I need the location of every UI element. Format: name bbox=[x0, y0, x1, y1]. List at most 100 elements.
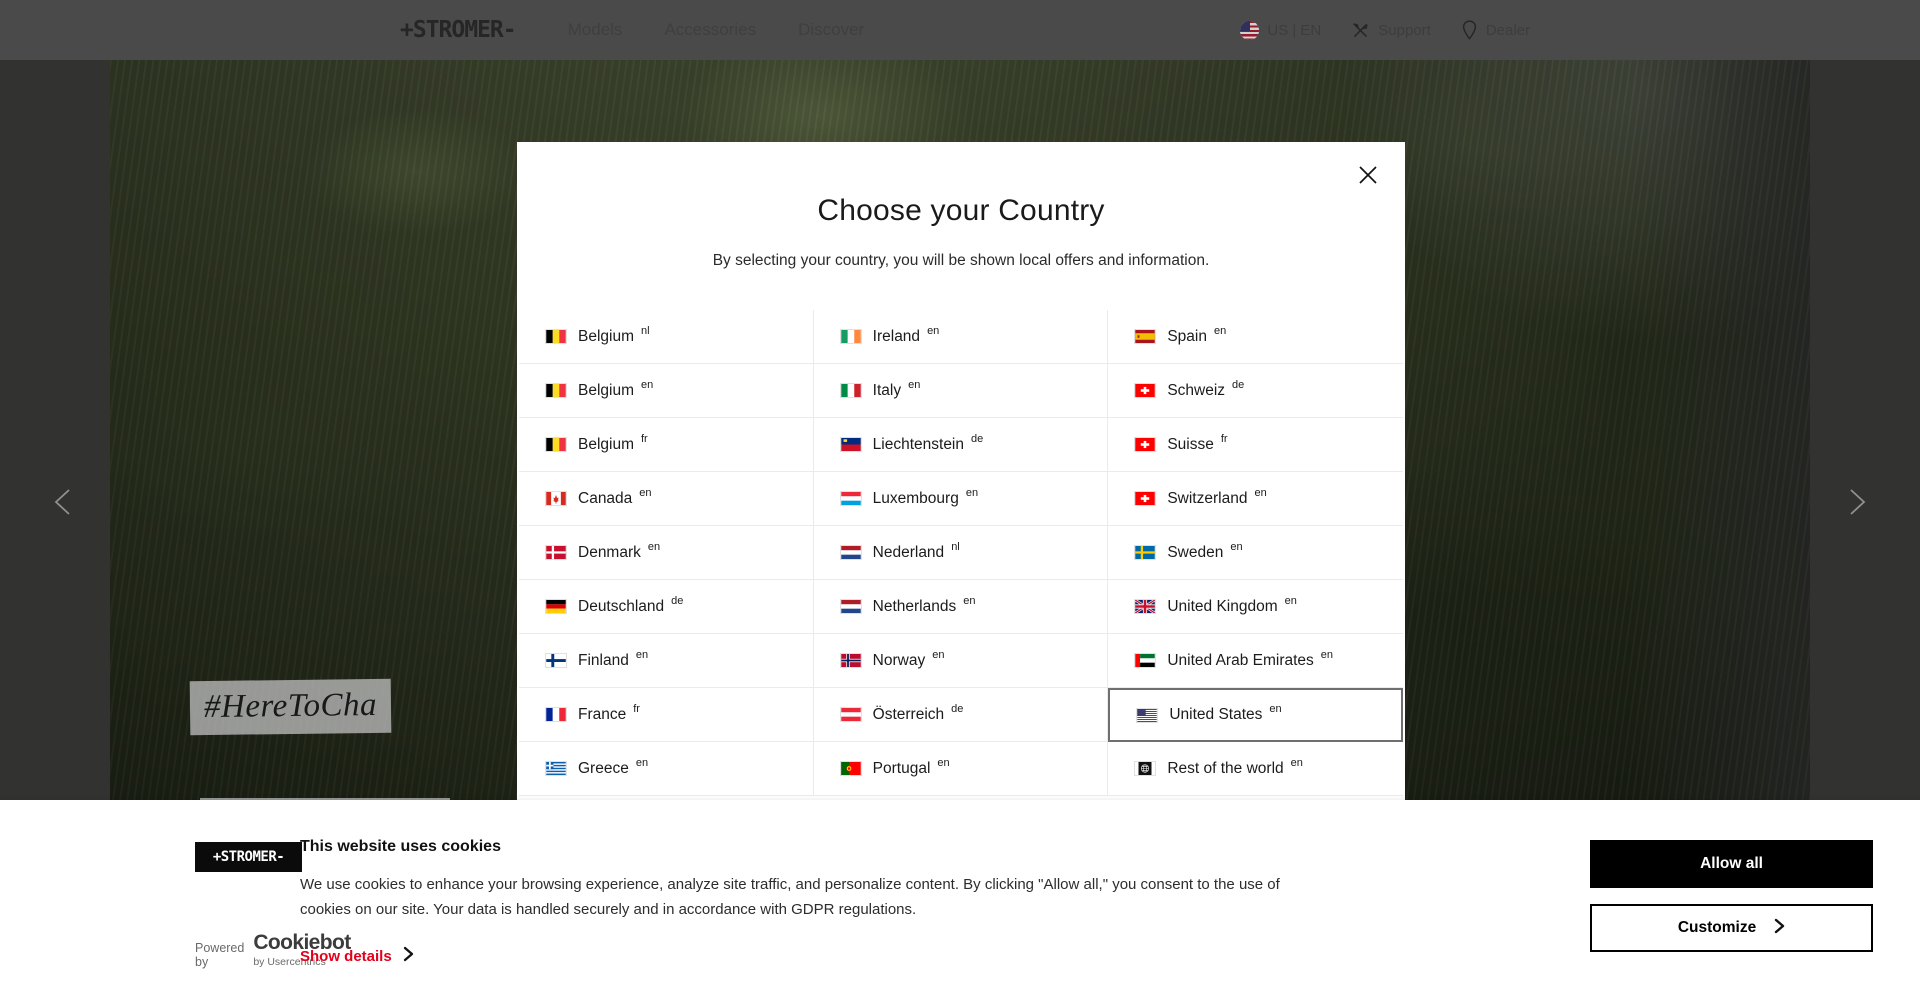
es-flag-icon bbox=[1134, 329, 1157, 344]
country-option-united-states-en[interactable]: United States en bbox=[1108, 688, 1403, 742]
country-list-grid: Belgium nl Ireland en Spain en Belgium en Italy e… bbox=[517, 310, 1405, 796]
at-flag-icon bbox=[839, 707, 862, 722]
country-option-deutschland-de[interactable]: Deutschland de bbox=[519, 580, 814, 634]
country-language-code: fr bbox=[641, 432, 648, 445]
country-option-belgium-nl[interactable]: Belgium nl bbox=[519, 310, 814, 364]
country-language-code: en bbox=[1290, 756, 1303, 769]
country-option-luxembourg-en[interactable]: Luxembourg en bbox=[813, 472, 1109, 526]
customize-button[interactable]: Customize bbox=[1590, 904, 1873, 952]
it-flag-icon bbox=[839, 383, 862, 398]
be-flag-icon bbox=[545, 437, 567, 452]
country-option-denmark-en[interactable]: Denmark en bbox=[519, 526, 814, 580]
country-name: Sweden bbox=[1167, 543, 1224, 561]
country-name: Finland bbox=[578, 651, 629, 669]
pt-flag-icon bbox=[839, 761, 862, 776]
country-name: Switzerland bbox=[1167, 489, 1248, 507]
country-language-code: en bbox=[937, 756, 950, 769]
country-selector-modal: Choose your Country By selecting your co… bbox=[517, 142, 1405, 804]
country-language-code: en bbox=[1254, 486, 1267, 499]
chevron-right-icon bbox=[403, 946, 414, 967]
country-name: Nederland bbox=[872, 543, 945, 561]
be-flag-icon bbox=[545, 383, 567, 398]
country-option-suisse-fr[interactable]: Suisse fr bbox=[1108, 418, 1403, 472]
country-option-spain-en[interactable]: Spain en bbox=[1108, 310, 1403, 364]
country-name: Rest of the world bbox=[1167, 759, 1284, 777]
country-option-netherlands-en[interactable]: Netherlands en bbox=[813, 580, 1109, 634]
country-language-code: en bbox=[963, 594, 976, 607]
de-flag-icon bbox=[545, 599, 567, 614]
ca-flag-icon bbox=[545, 491, 567, 506]
country-option-canada-en[interactable]: Canada en bbox=[519, 472, 814, 526]
globe-flag-icon bbox=[1134, 761, 1157, 776]
country-language-code: en bbox=[635, 756, 649, 769]
us-flag-icon bbox=[1136, 707, 1159, 723]
country-language-code: en bbox=[641, 378, 654, 391]
cookiebot-attribution: Powered by Cookiebot by Usercentrics bbox=[195, 932, 351, 969]
country-language-code: en bbox=[965, 486, 979, 499]
country-option-nederland-nl[interactable]: Nederland nl bbox=[813, 526, 1109, 580]
country-option-finland-en[interactable]: Finland en bbox=[519, 634, 814, 688]
country-language-code: en bbox=[1269, 703, 1282, 715]
cookie-paragraph: We use cookies to enhance your browsing … bbox=[300, 876, 1280, 918]
country-option-liechtenstein-de[interactable]: Liechtenstein de bbox=[813, 418, 1109, 472]
country-option-united-arab-emirates-en[interactable]: United Arab Emirates en bbox=[1108, 634, 1403, 688]
country-name: Belgium bbox=[578, 435, 634, 453]
country-language-code: en bbox=[639, 486, 652, 499]
country-option-rest-of-the-world-en[interactable]: Rest of the world en bbox=[1108, 742, 1403, 796]
country-name: Deutschland bbox=[578, 597, 665, 615]
country-option-united-kingdom-en[interactable]: United Kingdom en bbox=[1108, 580, 1403, 634]
country-option-greece-en[interactable]: Greece en bbox=[519, 742, 814, 796]
country-option-schweiz-de[interactable]: Schweiz de bbox=[1108, 364, 1403, 418]
ch-flag-icon bbox=[1134, 491, 1157, 506]
country-name: Spain bbox=[1167, 327, 1207, 345]
country-option-ireland-en[interactable]: Ireland en bbox=[813, 310, 1109, 364]
page-root: #HereToCha +STROMER- Models Accessories … bbox=[0, 0, 1920, 993]
country-name: Luxembourg bbox=[872, 489, 959, 507]
li-flag-icon bbox=[839, 437, 862, 452]
country-option-portugal-en[interactable]: Portugal en bbox=[813, 742, 1109, 796]
gb-flag-icon bbox=[1134, 599, 1157, 614]
country-language-code: en bbox=[932, 648, 945, 661]
country-option-belgium-fr[interactable]: Belgium fr bbox=[519, 418, 814, 472]
cookie-stromer-logo: +STROMER- bbox=[195, 842, 302, 872]
gr-flag-icon bbox=[545, 761, 567, 776]
country-name: Italy bbox=[872, 381, 902, 399]
country-language-code: nl bbox=[641, 324, 650, 337]
be-flag-icon bbox=[545, 329, 567, 344]
country-name: Ireland bbox=[872, 327, 921, 345]
allow-all-label: Allow all bbox=[1700, 855, 1763, 872]
ae-flag-icon bbox=[1134, 653, 1157, 668]
allow-all-button[interactable]: Allow all bbox=[1590, 840, 1873, 888]
modal-subtitle: By selecting your country, you will be s… bbox=[712, 252, 1210, 269]
country-name: Belgium bbox=[578, 327, 634, 345]
country-language-code: en bbox=[1213, 324, 1227, 337]
country-option-belgium-en[interactable]: Belgium en bbox=[519, 364, 814, 418]
modal-title: Choose your Country bbox=[817, 194, 1105, 227]
country-name: Österreich bbox=[872, 705, 945, 723]
country-language-code: en bbox=[908, 378, 921, 391]
country-name: Liechtenstein bbox=[872, 435, 964, 453]
country-option-sweden-en[interactable]: Sweden en bbox=[1108, 526, 1403, 580]
country-name: United Kingdom bbox=[1167, 597, 1278, 615]
country-option-france-fr[interactable]: France fr bbox=[519, 688, 814, 742]
country-language-code: en bbox=[647, 540, 661, 553]
show-details-link[interactable]: Show details bbox=[300, 946, 1550, 967]
country-name: United Arab Emirates bbox=[1167, 651, 1314, 669]
close-icon[interactable] bbox=[1353, 160, 1383, 190]
dk-flag-icon bbox=[545, 545, 567, 560]
ch-flag-icon bbox=[1134, 437, 1157, 452]
nl-flag-icon bbox=[839, 545, 862, 560]
powered-by-label: Powered by bbox=[195, 941, 245, 969]
country-option-norway-en[interactable]: Norway en bbox=[813, 634, 1109, 688]
country-option-italy-en[interactable]: Italy en bbox=[813, 364, 1109, 418]
country-language-code: fr bbox=[1220, 432, 1228, 445]
fr-flag-icon bbox=[545, 707, 567, 722]
country-option-switzerland-en[interactable]: Switzerland en bbox=[1108, 472, 1403, 526]
nl-flag-icon bbox=[839, 599, 862, 614]
country-language-code: fr bbox=[633, 702, 640, 715]
country-name: Suisse bbox=[1167, 435, 1214, 453]
lu-flag-icon bbox=[839, 491, 862, 506]
country-option-österreich-de[interactable]: Österreich de bbox=[813, 688, 1109, 742]
show-details-label: Show details bbox=[300, 948, 392, 965]
chevron-right-icon bbox=[1774, 918, 1785, 939]
